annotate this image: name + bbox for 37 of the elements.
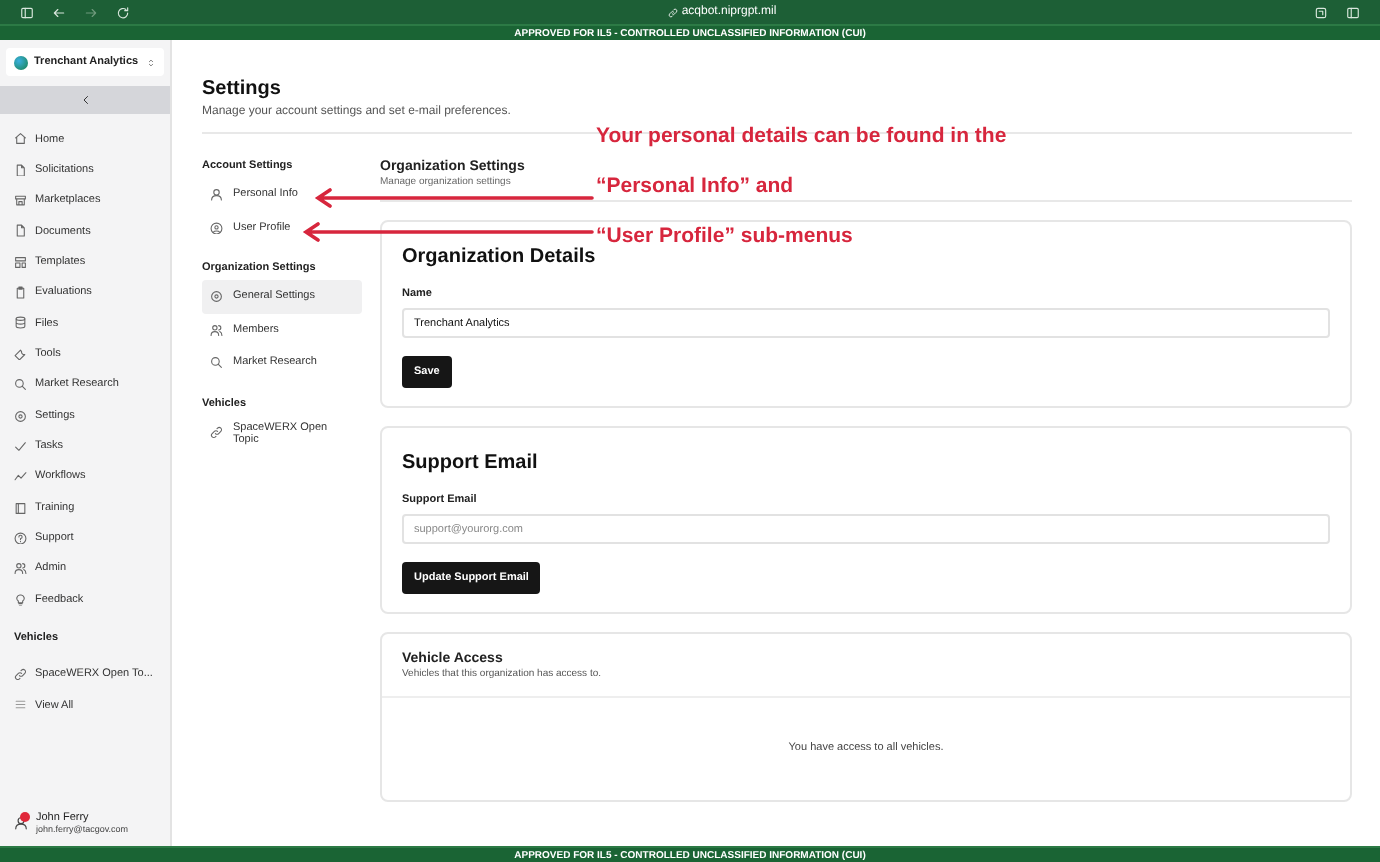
chevron-up-down-icon	[146, 57, 156, 67]
store-icon	[14, 194, 27, 208]
document-icon	[14, 224, 27, 238]
lightbulb-icon	[14, 593, 27, 607]
document-icon	[14, 163, 27, 177]
link-icon	[14, 667, 27, 681]
forward-icon	[84, 5, 98, 19]
chevron-left-icon	[79, 94, 91, 106]
check-icon	[14, 439, 27, 453]
link-icon	[667, 7, 678, 17]
help-icon	[14, 531, 27, 545]
sidebar-toggle-icon	[20, 5, 34, 19]
chart-icon	[14, 470, 27, 484]
users-icon	[14, 562, 27, 576]
book-icon	[14, 501, 27, 515]
user-circle-icon	[210, 221, 223, 234]
back-icon	[52, 5, 66, 19]
user-avatar-icon[interactable]	[14, 815, 30, 831]
search-icon	[14, 378, 27, 392]
list-icon	[14, 698, 27, 712]
template-icon	[14, 255, 27, 269]
annotation-text: Your personal details can be found in the	[596, 124, 1007, 148]
search-icon	[210, 356, 223, 369]
card-title: Support Email	[402, 452, 538, 474]
annotation-text: “User Profile” sub-menus	[596, 224, 853, 248]
user-icon	[14, 815, 28, 829]
annotation-text: “Personal Info” and	[596, 174, 794, 198]
globe-icon	[14, 55, 28, 69]
page-title: Settings	[202, 76, 283, 104]
link-icon	[210, 426, 223, 440]
home-icon	[14, 132, 27, 146]
card-title: Organization Details	[402, 246, 596, 268]
users-icon	[210, 323, 223, 336]
user-icon	[210, 188, 223, 201]
clipboard-icon	[14, 286, 27, 300]
database-icon	[14, 316, 27, 330]
reload-icon	[116, 5, 130, 19]
